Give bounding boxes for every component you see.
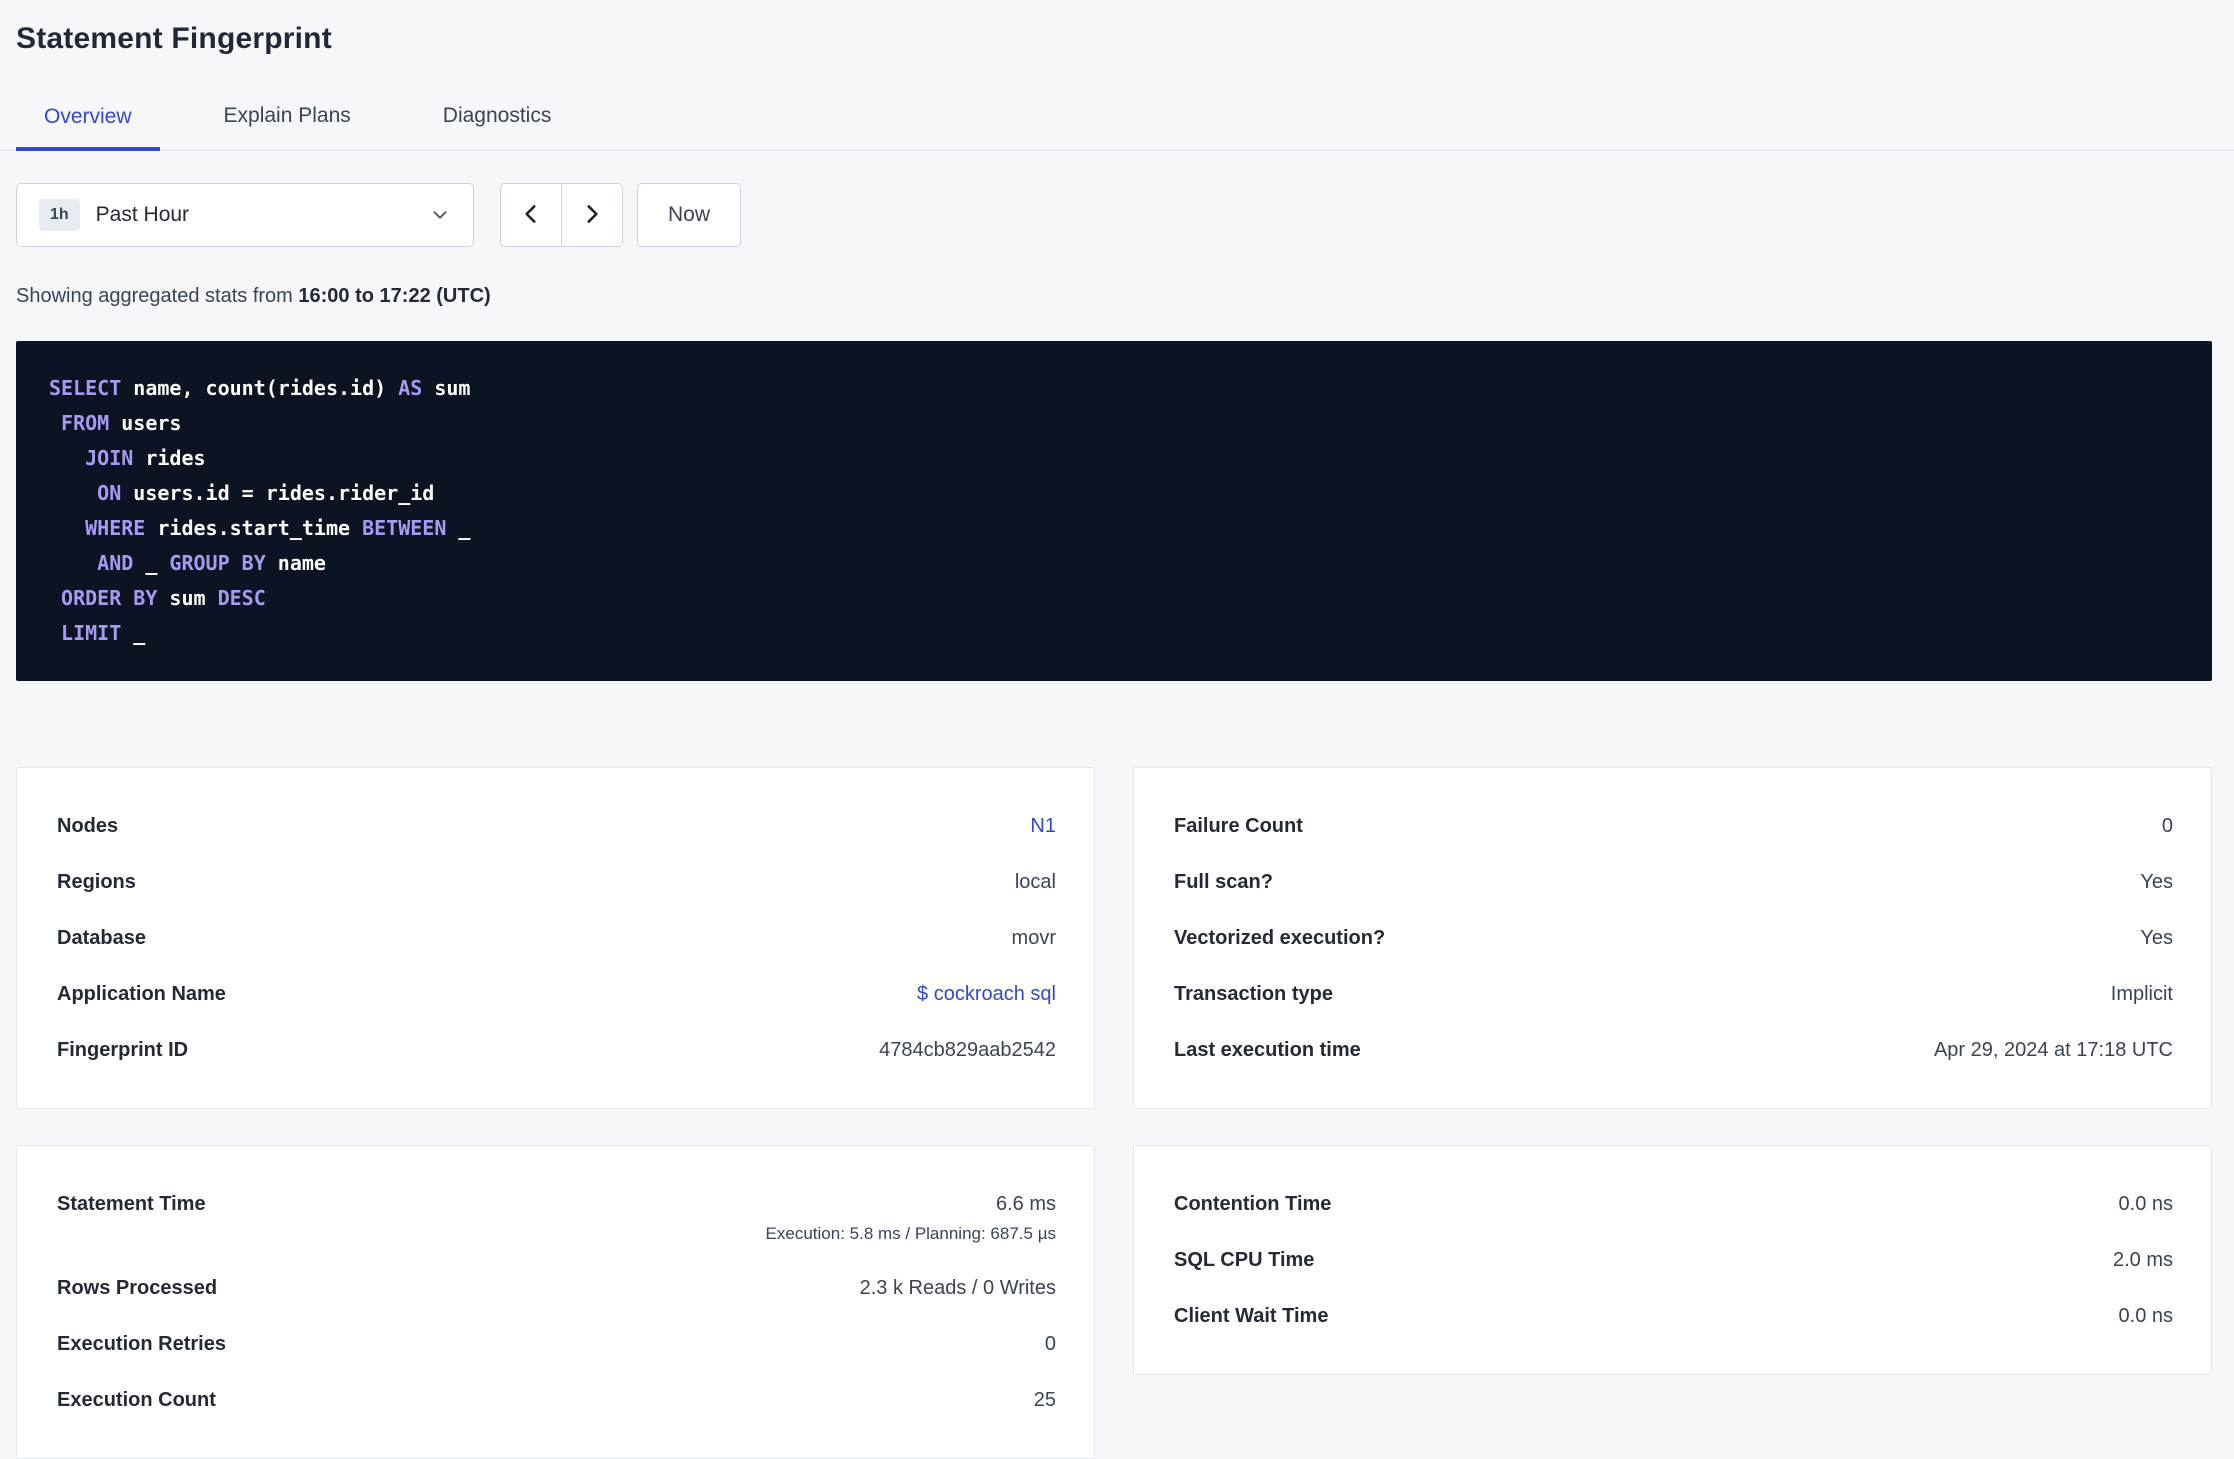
nodes-row: Nodes N1 [17, 798, 1094, 854]
statement-fingerprint-page: Statement Fingerprint Overview Explain P… [0, 0, 2234, 1459]
time-toolbar: 1h Past Hour Now [16, 183, 2212, 247]
row-label: Nodes [57, 815, 119, 837]
row-label: Failure Count [1174, 815, 1303, 837]
stats-caption: Showing aggregated stats from 16:00 to 1… [16, 285, 2212, 308]
sql-line: LIMIT _ [61, 621, 146, 645]
row-label: Fingerprint ID [57, 1039, 189, 1061]
sql-line: WHERE rides.start_time BETWEEN _ [85, 516, 471, 540]
database-row: Database movr [17, 910, 1094, 966]
row-label: Application Name [57, 983, 226, 1005]
application-name-row: Application Name $ cockroach sql [17, 966, 1094, 1022]
row-label: SQL CPU Time [1174, 1249, 1315, 1271]
vectorized-execution-value: Yes [2140, 927, 2173, 949]
failure-count-row: Failure Count 0 [1134, 798, 2211, 854]
rows-processed-value: 2.3 k Reads / 0 Writes [859, 1277, 1056, 1299]
row-label: Execution Count [57, 1389, 216, 1411]
row-label: Full scan? [1174, 871, 1273, 893]
row-label: Contention Time [1174, 1193, 1332, 1215]
contention-time-row: Contention Time 0.0 ns [1134, 1176, 2211, 1232]
sql-line: ORDER BY sum DESC [61, 586, 266, 610]
sql-line: FROM users [61, 411, 182, 435]
now-button[interactable]: Now [637, 183, 742, 247]
regions-row: Regions local [17, 854, 1094, 910]
chevron-left-icon [518, 201, 544, 230]
rows-processed-row: Rows Processed 2.3 k Reads / 0 Writes [17, 1260, 1094, 1316]
prev-time-button[interactable] [500, 183, 562, 247]
client-wait-time-row: Client Wait Time 0.0 ns [1134, 1288, 2211, 1344]
interval-label: Past Hour [95, 203, 190, 226]
transaction-type-value: Implicit [2110, 983, 2173, 1005]
statement-time-value: 6.6 ms [995, 1193, 1056, 1215]
row-label: Last execution time [1174, 1039, 1361, 1061]
execution-retries-value: 0 [1044, 1333, 1056, 1355]
full-scan-value: Yes [2140, 871, 2173, 893]
failure-count-value: 0 [2161, 815, 2173, 837]
row-label: Vectorized execution? [1174, 927, 1386, 949]
regions-value: local [1014, 871, 1056, 893]
execution-attributes-card: Failure Count 0 Full scan? Yes Vectorize… [1133, 767, 2212, 1109]
page-title: Statement Fingerprint [16, 22, 332, 55]
transaction-type-row: Transaction type Implicit [1134, 966, 2211, 1022]
row-label: Statement Time [57, 1193, 206, 1215]
tab-explain-plans[interactable]: Explain Plans [196, 100, 379, 150]
summary-cards: Nodes N1 Regions local Database movr App… [16, 767, 2212, 1459]
sql-cpu-time-row: SQL CPU Time 2.0 ms [1134, 1232, 2211, 1288]
tab-overview[interactable]: Overview [16, 100, 160, 151]
sql-line: ON users.id = rides.rider_id [97, 481, 435, 505]
fingerprint-id-value: 4784cb829aab2542 [879, 1039, 1056, 1061]
time-arrow-group [500, 183, 623, 247]
execution-count-row: Execution Count 25 [17, 1372, 1094, 1428]
execution-count-value: 25 [1033, 1389, 1056, 1411]
vectorized-execution-row: Vectorized execution? Yes [1134, 910, 2211, 966]
sql-statement-box: SELECT name, count(rides.id) AS sum FROM… [16, 341, 2212, 681]
sql-cpu-time-value: 2.0 ms [2112, 1249, 2173, 1271]
statement-time-card: Statement Time 6.6 ms Execution: 5.8 ms … [16, 1145, 1095, 1459]
tab-bar: Overview Explain Plans Diagnostics [0, 100, 2234, 151]
sql-code: SELECT name, count(rides.id) AS sum FROM… [49, 371, 2179, 651]
row-label: Regions [57, 871, 136, 893]
last-execution-time-row: Last execution time Apr 29, 2024 at 17:1… [1134, 1022, 2211, 1078]
interval-badge: 1h [39, 199, 80, 231]
fingerprint-id-row: Fingerprint ID 4784cb829aab2542 [17, 1022, 1094, 1078]
statement-time-values: 6.6 ms Execution: 5.8 ms / Planning: 687… [766, 1192, 1056, 1244]
application-name-link[interactable]: $ cockroach sql [917, 982, 1056, 1006]
statement-time-row: Statement Time 6.6 ms Execution: 5.8 ms … [17, 1176, 1094, 1260]
row-label: Transaction type [1174, 983, 1333, 1005]
sql-line: JOIN rides [85, 446, 206, 470]
chevron-down-icon [429, 204, 451, 226]
time-interval-dropdown[interactable]: 1h Past Hour [16, 183, 474, 247]
client-wait-time-value: 0.0 ns [2118, 1305, 2173, 1327]
row-label: Rows Processed [57, 1277, 218, 1299]
chevron-right-icon [579, 201, 605, 230]
stats-caption-range: 16:00 to 17:22 (UTC) [298, 285, 491, 307]
overview-card: Nodes N1 Regions local Database movr App… [16, 767, 1095, 1109]
sql-line: SELECT name, count(rides.id) AS sum [49, 376, 471, 400]
last-execution-time-value: Apr 29, 2024 at 17:18 UTC [1933, 1039, 2173, 1061]
next-time-button[interactable] [561, 183, 623, 247]
row-label: Execution Retries [57, 1333, 226, 1355]
contention-time-value: 0.0 ns [2118, 1193, 2173, 1215]
tab-diagnostics[interactable]: Diagnostics [415, 100, 580, 150]
stats-caption-prefix: Showing aggregated stats from [16, 285, 293, 307]
database-value: movr [1011, 927, 1056, 949]
statement-time-breakdown: Execution: 5.8 ms / Planning: 687.5 µs [765, 1224, 1056, 1243]
row-label: Client Wait Time [1174, 1305, 1329, 1327]
row-label: Database [57, 927, 146, 949]
execution-retries-row: Execution Retries 0 [17, 1316, 1094, 1372]
nodes-link[interactable]: N1 [1030, 814, 1056, 838]
wait-time-card: Contention Time 0.0 ns SQL CPU Time 2.0 … [1133, 1145, 2212, 1375]
sql-line: AND _ GROUP BY name [97, 551, 326, 575]
full-scan-row: Full scan? Yes [1134, 854, 2211, 910]
